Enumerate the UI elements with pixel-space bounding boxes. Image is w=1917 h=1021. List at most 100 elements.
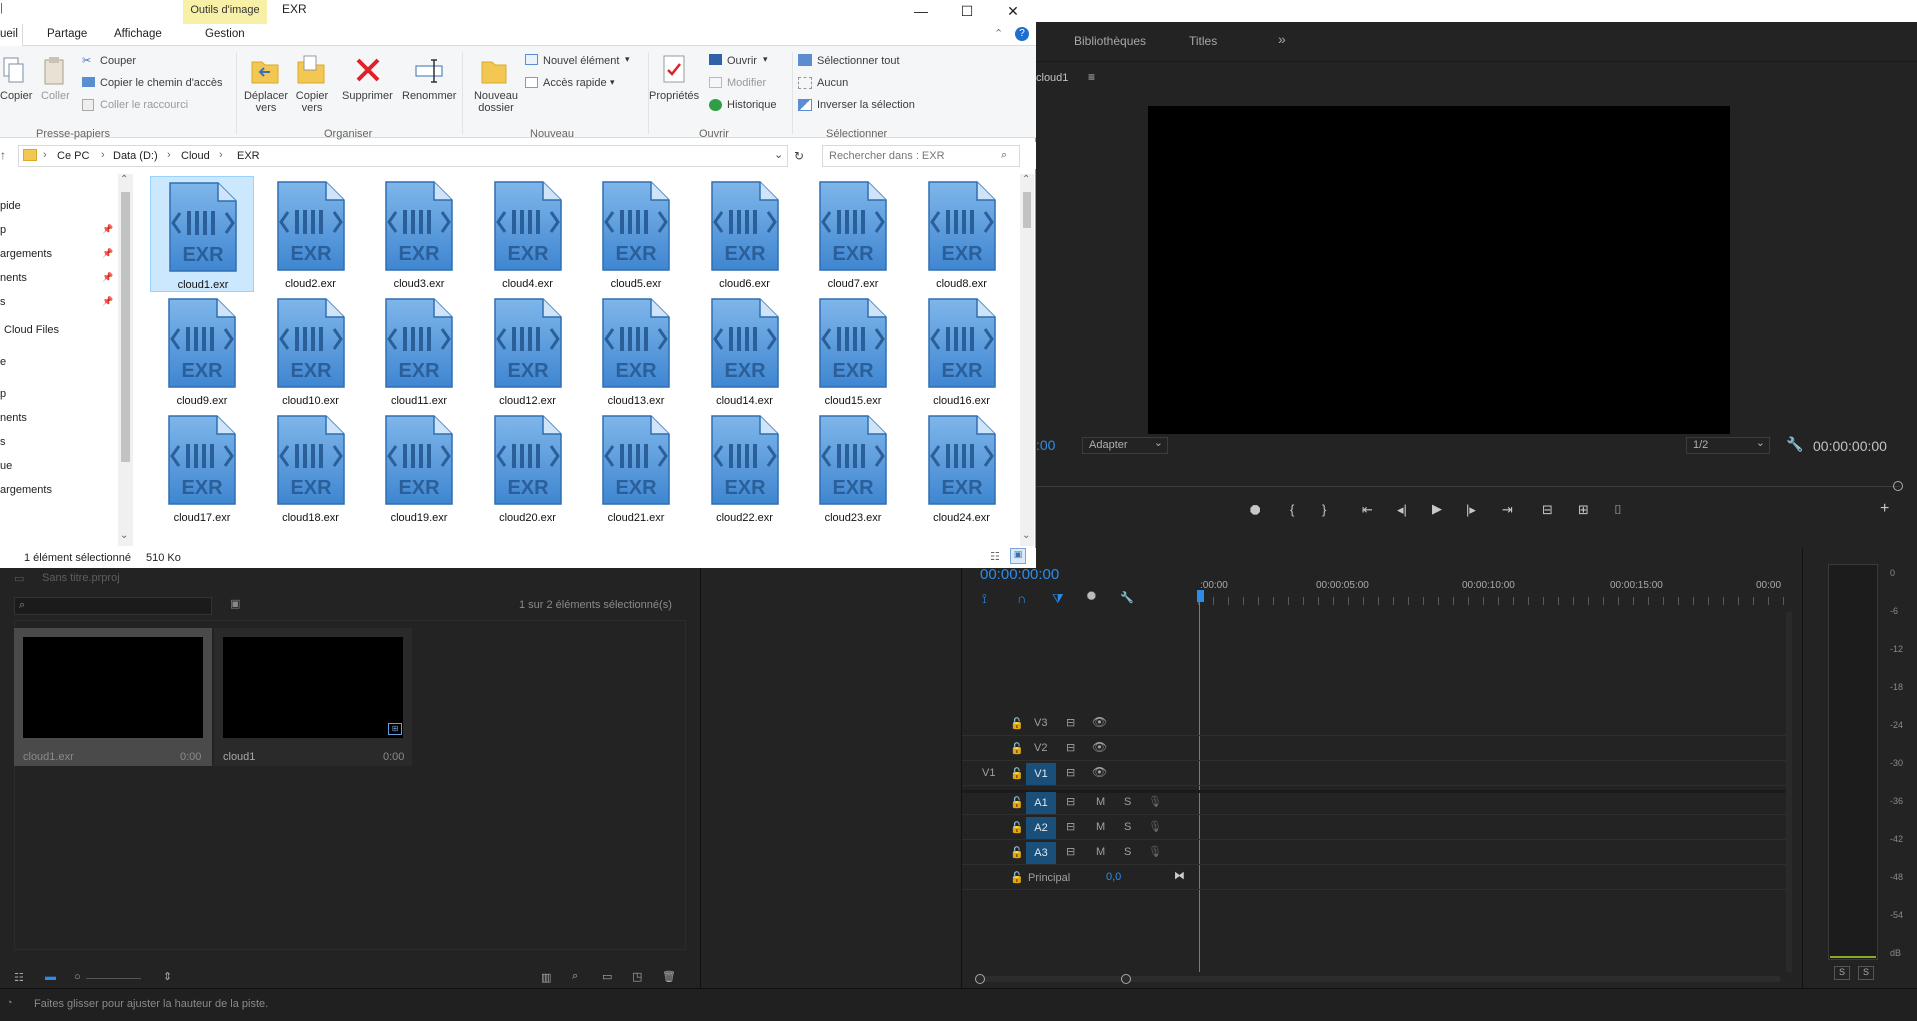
go-to-in-icon[interactable]: ⇤ [1362,502,1373,518]
select-none-button[interactable]: Aucun [817,77,848,89]
linked-selection-icon[interactable]: ∩ [1017,591,1026,606]
mute-button[interactable]: M [1096,846,1105,858]
sync-lock-icon[interactable]: ⊟ [1066,795,1075,808]
invert-selection-button[interactable]: Inverser la sélection [817,99,915,111]
button-editor-plus-icon[interactable]: + [1880,500,1889,518]
cut-button[interactable]: Couper [100,55,136,67]
file-item[interactable]: EXR cloud8.exr [910,176,1011,292]
settings-wrench-icon[interactable]: 🔧 [1786,436,1803,453]
file-item[interactable]: EXR cloud3.exr [367,176,471,292]
timeline-timecode[interactable]: 00:00:00:00 [980,566,1059,583]
breadcrumb-exr[interactable]: EXR [237,150,260,162]
open-button[interactable]: Ouvrir [727,55,757,67]
scroll-handle-left[interactable] [975,974,985,984]
file-item[interactable]: EXR cloud1.exr [150,176,254,292]
nav-scrollbar[interactable]: ⌃ ⌄ [118,174,133,546]
mic-icon[interactable]: 🎙 [1148,795,1162,808]
help-icon[interactable]: ? [1015,27,1029,41]
mute-button[interactable]: M [1096,796,1105,808]
snap-icon[interactable]: ⟟ [982,591,987,607]
nav-item[interactable]: pide [0,200,21,212]
scroll-down-icon[interactable]: ⌄ [120,530,128,541]
new-item-icon[interactable]: ◳ [632,970,642,983]
solo-button[interactable]: S [1124,846,1131,858]
nav-item[interactable]: argements [0,248,52,260]
address-bar[interactable]: › Ce PC › Data (D:) › Cloud › EXR ⌄ [18,145,788,167]
project-thumbnail[interactable] [223,637,403,738]
new-folder-icon[interactable] [480,54,508,86]
lock-icon[interactable]: 🔓 [1010,871,1024,884]
new-bin-icon[interactable]: ▭ [602,970,612,983]
copy-button[interactable]: Copier [0,90,32,102]
icon-view-icon[interactable]: ▬ [45,971,56,983]
copy-to-icon[interactable] [296,54,326,86]
breadcrumb-data-d[interactable]: Data (D:) [113,150,158,162]
paste-button[interactable]: Coller [41,90,70,102]
lock-icon[interactable]: 🔓 [1010,742,1024,755]
details-view-icon[interactable]: ☷ [990,550,1000,563]
tab-titles[interactable]: Titles [1189,34,1217,48]
new-item-button[interactable]: Nouvel élément [543,55,619,67]
program-timecode-left[interactable]: :00 [1036,437,1055,453]
refresh-icon[interactable]: ↻ [794,149,804,163]
track-target-a1[interactable]: A1 [1026,792,1056,814]
nav-item[interactable]: s [0,436,6,448]
resolution-dropdown[interactable]: 1/2 [1686,436,1770,454]
explorer-titlebar[interactable]: | [0,0,1036,24]
move-to-icon[interactable] [250,54,280,86]
lock-icon[interactable]: 🔓 [1010,796,1024,809]
copy-to-button[interactable]: Copier vers [292,90,332,114]
close-button[interactable]: ✕ [990,0,1036,24]
lock-icon[interactable]: 🔓 [1010,717,1024,730]
file-item[interactable]: EXR cloud22.exr [693,410,797,526]
edit-button[interactable]: Modifier [727,77,766,89]
address-history-chevron-icon[interactable]: ⌄ [774,148,783,161]
track-v1[interactable]: V1 🔓 V1 ⊟ 👁 [962,762,1786,786]
tab-home[interactable]: ueil [0,24,23,46]
breadcrumb-this-pc[interactable]: Ce PC [57,150,89,162]
step-back-icon[interactable]: ◂| [1397,502,1407,518]
content-scrollbar[interactable]: ⌃ ⌄ [1020,174,1034,546]
tab-share[interactable]: Partage [47,28,87,40]
program-scrub-bar[interactable] [1036,486,1900,487]
eye-icon[interactable]: 👁 [1092,740,1107,754]
tab-view[interactable]: Affichage [114,28,162,40]
quick-access-button[interactable]: Accès rapide [543,77,607,89]
scroll-up-icon[interactable]: ⌃ [120,174,128,185]
automate-icon[interactable]: ▥ [541,971,551,984]
file-item[interactable]: EXR cloud7.exr [801,176,905,292]
delete-button[interactable]: Supprimer [342,90,393,102]
track-a2[interactable]: 🔓 A2 ⊟ M S 🎙 [962,816,1786,840]
copy-icon[interactable] [2,56,26,86]
sort-icon[interactable]: ⇕ [163,970,172,983]
track-target-a2[interactable]: A2 [1026,817,1056,839]
tab-manage[interactable]: Gestion [205,28,245,40]
sync-lock-icon[interactable]: ⊟ [1066,716,1075,729]
tab-libraries[interactable]: Bibliothèques [1074,34,1146,48]
nav-item[interactable]: ue [0,460,12,472]
source-patch-v1[interactable]: V1 [982,767,995,779]
file-item[interactable]: EXR cloud19.exr [367,410,471,526]
file-item[interactable]: EXR cloud4.exr [476,176,580,292]
large-icons-view-icon[interactable]: ▣ [1010,548,1026,564]
new-bin-from-search-icon[interactable]: ▣ [230,597,240,610]
track-target-a3[interactable]: A3 [1026,842,1056,864]
file-item[interactable]: EXR cloud15.exr [801,293,905,409]
maximize-button[interactable]: ☐ [944,0,990,24]
lift-icon[interactable]: ⊟ [1542,502,1553,518]
breadcrumb-cloud[interactable]: Cloud [181,150,210,162]
search-input[interactable]: Rechercher dans : EXR ⌕ [822,145,1020,167]
file-item[interactable]: EXR cloud10.exr [259,293,363,409]
add-marker-tl-icon[interactable]: ⧩ [1052,591,1064,607]
lock-icon[interactable]: 🔓 [1010,846,1024,859]
file-item[interactable]: EXR cloud2.exr [259,176,363,292]
track-a1[interactable]: 🔓 A1 ⊟ M S 🎙 [962,791,1786,815]
mark-in-icon[interactable]: { [1290,502,1294,517]
timeline-settings-icon[interactable]: 🔧 [1120,591,1134,604]
scroll-handle-right[interactable] [1121,974,1131,984]
nav-item[interactable]: nents [0,272,27,284]
solo-button[interactable]: S [1124,796,1131,808]
context-tab-image-tools[interactable]: Outils d'image [183,0,267,24]
file-item[interactable]: EXR cloud20.exr [476,410,580,526]
nav-item[interactable]: s [0,296,6,308]
